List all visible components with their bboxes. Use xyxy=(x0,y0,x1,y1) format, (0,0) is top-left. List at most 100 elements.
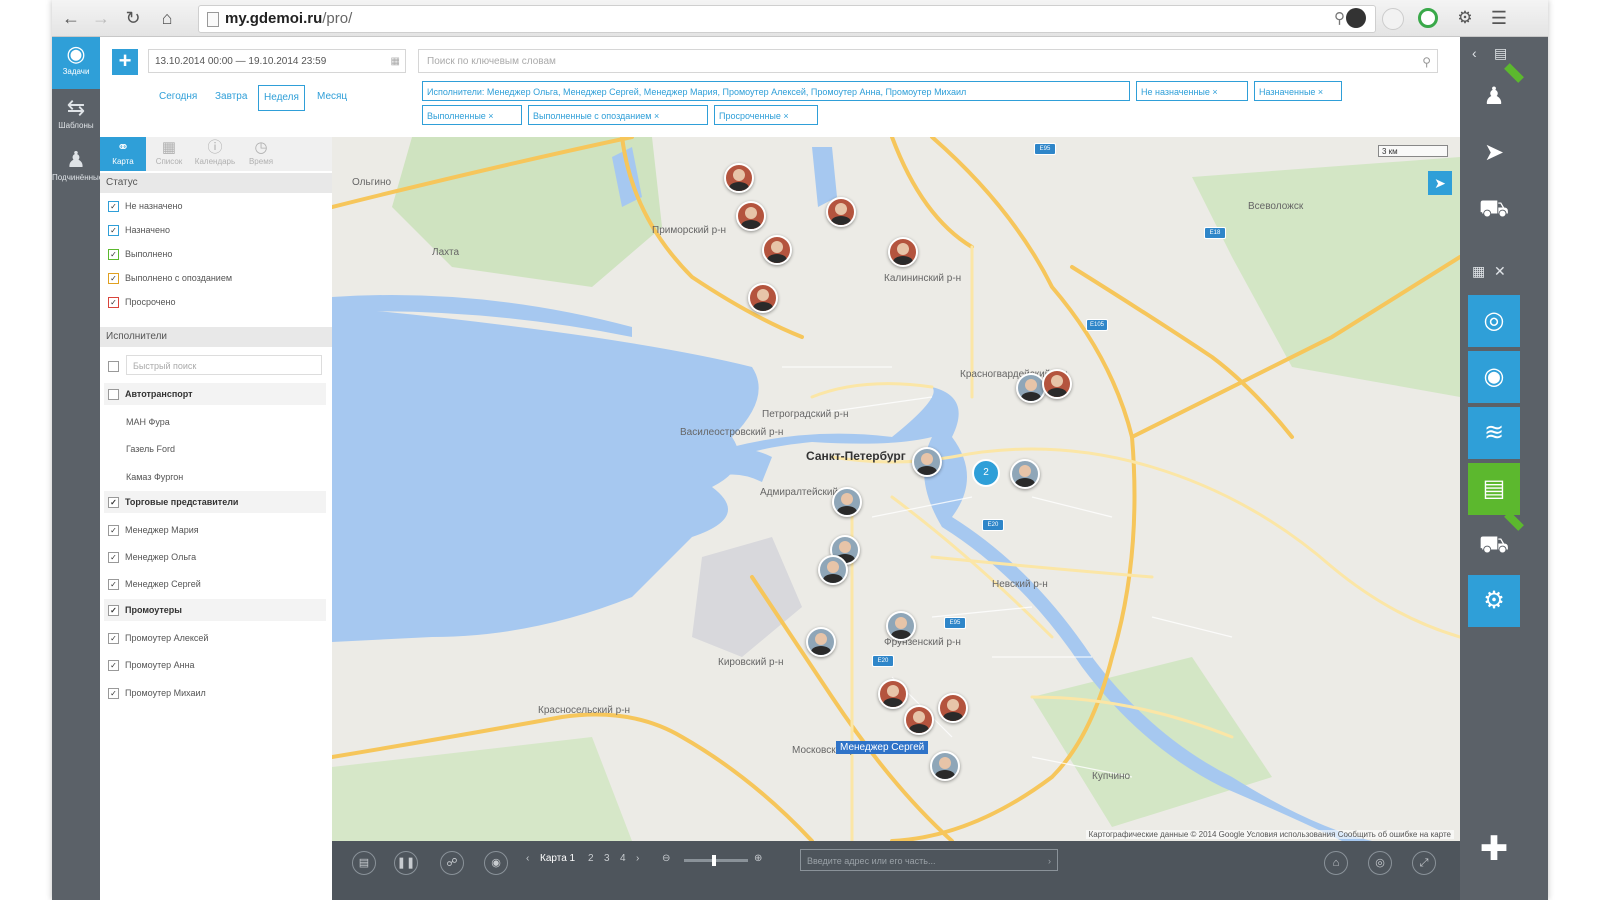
executor-marker[interactable] xyxy=(938,693,968,723)
executor-marker[interactable] xyxy=(818,555,848,585)
filter-chip-completed[interactable]: Выполненные × xyxy=(422,105,522,125)
locate-me-icon[interactable]: ➤ xyxy=(1428,171,1452,195)
zoom-slider[interactable] xyxy=(684,855,748,866)
user-profile-button[interactable]: ♟ xyxy=(1468,63,1524,123)
home-icon[interactable]: ⌂ xyxy=(1324,851,1348,875)
reports-button[interactable]: ≋ xyxy=(1468,407,1520,459)
executor-marker[interactable] xyxy=(930,751,960,781)
zoom-search-icon[interactable]: ⚲ xyxy=(1334,9,1345,27)
executor-marker[interactable] xyxy=(878,679,908,709)
search-icon[interactable]: ⚲ xyxy=(1422,50,1431,74)
period-week[interactable]: Неделя xyxy=(258,85,305,111)
forward-icon[interactable]: → xyxy=(90,7,112,29)
executor-item[interactable]: Камаз Фургон xyxy=(126,468,183,486)
location-pin-icon[interactable]: ◉ xyxy=(484,851,508,875)
filter-chip-assigned[interactable]: Назначенные × xyxy=(1254,81,1342,101)
selected-executor-label[interactable]: Менеджер Сергей xyxy=(836,741,929,754)
next-page-icon[interactable]: › xyxy=(636,853,639,864)
nav-item-templates[interactable]: ⇆ Шаблоны xyxy=(52,91,100,143)
fullscreen-icon[interactable]: ⤢ xyxy=(1412,851,1436,875)
date-range-input[interactable]: 13.10.2014 00:00 — 19.10.2014 23:59 ▦ xyxy=(148,49,406,73)
checkbox[interactable]: ✓ xyxy=(108,297,119,309)
group-vehicles[interactable]: Автотранспорт xyxy=(108,385,193,403)
executor-marker[interactable] xyxy=(806,627,836,657)
status-filter-completed[interactable]: ✓ Выполнено xyxy=(108,245,172,263)
map-view[interactable]: Приморский р-н Калининский р-н Красногва… xyxy=(332,137,1460,841)
chat-icon[interactable]: ▤ xyxy=(1494,45,1507,62)
nav-item-tasks[interactable]: ◉ Задачи xyxy=(52,37,100,89)
settings-button[interactable]: ⚙ xyxy=(1468,575,1520,627)
settings-gear-icon[interactable]: ⚙ xyxy=(1454,7,1476,29)
executor-marker[interactable] xyxy=(736,201,766,231)
add-widget-button[interactable]: ✚ xyxy=(1468,823,1520,875)
nav-item-subordinates[interactable]: ♟ Подчинённые xyxy=(52,143,103,195)
vehicle-button[interactable]: ⛟ xyxy=(1468,511,1524,571)
executor-marker[interactable] xyxy=(762,235,792,265)
checkbox[interactable]: ✓ xyxy=(108,605,119,617)
select-all-checkbox[interactable] xyxy=(108,357,125,375)
executor-item[interactable]: ✓ Промоутер Анна xyxy=(108,656,195,674)
tasks-document-button[interactable]: ▤ xyxy=(1468,463,1520,515)
status-filter-unassigned[interactable]: ✓ Не назначено xyxy=(108,197,182,215)
executor-item[interactable]: МАН Фура xyxy=(126,413,170,431)
marker-cluster[interactable]: 2 xyxy=(972,459,1000,487)
globe-button[interactable]: ◎ xyxy=(1468,295,1520,347)
executor-marker[interactable] xyxy=(1016,373,1046,403)
group-sales-reps[interactable]: ✓ Торговые представители xyxy=(108,493,238,511)
grid-view-icon[interactable]: ▦ xyxy=(1472,263,1485,280)
tab-time[interactable]: ◷ Время xyxy=(238,137,284,171)
filter-chip-completed-late[interactable]: Выполненные с опозданием × xyxy=(528,105,708,125)
executor-marker[interactable] xyxy=(832,487,862,517)
layers-icon[interactable]: ▤ xyxy=(352,851,376,875)
close-icon[interactable]: ✕ xyxy=(1494,263,1506,280)
calendar-icon[interactable]: ▦ xyxy=(391,50,400,74)
executor-marker[interactable] xyxy=(912,447,942,477)
filter-chip-overdue[interactable]: Просроченные × xyxy=(714,105,818,125)
period-tomorrow[interactable]: Завтра xyxy=(210,85,252,109)
location-button[interactable]: ◉ xyxy=(1468,351,1520,403)
executor-marker[interactable] xyxy=(1042,369,1072,399)
executor-item[interactable]: ✓ Менеджер Мария xyxy=(108,521,199,539)
executor-marker[interactable] xyxy=(888,237,918,267)
zoom-slider-handle[interactable] xyxy=(712,855,716,866)
group-promoters[interactable]: ✓ Промоутеры xyxy=(108,601,182,619)
filter-chip-executors[interactable]: Исполнители: Менеджер Ольга, Менеджер Се… xyxy=(422,81,1130,101)
chevron-right-icon[interactable]: › xyxy=(1048,850,1051,872)
executor-marker[interactable] xyxy=(748,283,778,313)
home-icon[interactable]: ⌂ xyxy=(156,7,178,29)
checkbox[interactable]: ✓ xyxy=(108,225,119,237)
checkbox[interactable]: ✓ xyxy=(108,660,119,672)
status-filter-completed-late[interactable]: ✓ Выполнено с опозданием xyxy=(108,269,232,287)
menu-icon[interactable]: ☰ xyxy=(1488,7,1510,29)
extension-icon[interactable] xyxy=(1382,8,1404,30)
executor-marker[interactable] xyxy=(724,163,754,193)
executor-item[interactable]: ✓ Менеджер Сергей xyxy=(108,575,201,593)
back-icon[interactable]: ← xyxy=(60,7,82,29)
pause-icon[interactable]: ❚❚ xyxy=(394,851,418,875)
share-icon[interactable]: ☍ xyxy=(440,851,464,875)
checkbox[interactable]: ✓ xyxy=(108,579,119,591)
address-search-input[interactable]: Введите адрес или его часть... › xyxy=(800,849,1058,871)
map-page[interactable]: 3 xyxy=(604,853,610,864)
map-page[interactable]: 4 xyxy=(620,853,626,864)
executor-item[interactable]: ✓ Менеджер Ольга xyxy=(108,548,196,566)
status-filter-assigned[interactable]: ✓ Назначено xyxy=(108,221,170,239)
keyword-search-input[interactable]: Поиск по ключевым словам ⚲ xyxy=(418,49,1438,73)
car-signal-button[interactable]: ⛟ xyxy=(1468,183,1520,235)
executor-marker[interactable] xyxy=(904,705,934,735)
period-month[interactable]: Месяц xyxy=(312,85,352,109)
executor-marker[interactable] xyxy=(826,197,856,227)
executor-item[interactable]: Газель Ford xyxy=(126,440,175,458)
prev-page-icon[interactable]: ‹ xyxy=(526,853,529,864)
tab-list[interactable]: ▦ Список xyxy=(146,137,192,171)
executor-item[interactable]: ✓ Промоутер Алексей xyxy=(108,629,208,647)
map-page[interactable]: 2 xyxy=(588,853,594,864)
add-task-button[interactable]: + xyxy=(112,49,138,75)
checkbox[interactable] xyxy=(108,389,119,401)
zoom-in-icon[interactable]: ⊕ xyxy=(754,853,762,864)
reload-icon[interactable]: ↻ xyxy=(122,7,144,29)
filter-chip-unassigned[interactable]: Не назначенные × xyxy=(1136,81,1248,101)
checkbox[interactable]: ✓ xyxy=(108,497,119,509)
navigation-button[interactable]: ➤ xyxy=(1468,127,1520,179)
executor-marker[interactable] xyxy=(1010,459,1040,489)
